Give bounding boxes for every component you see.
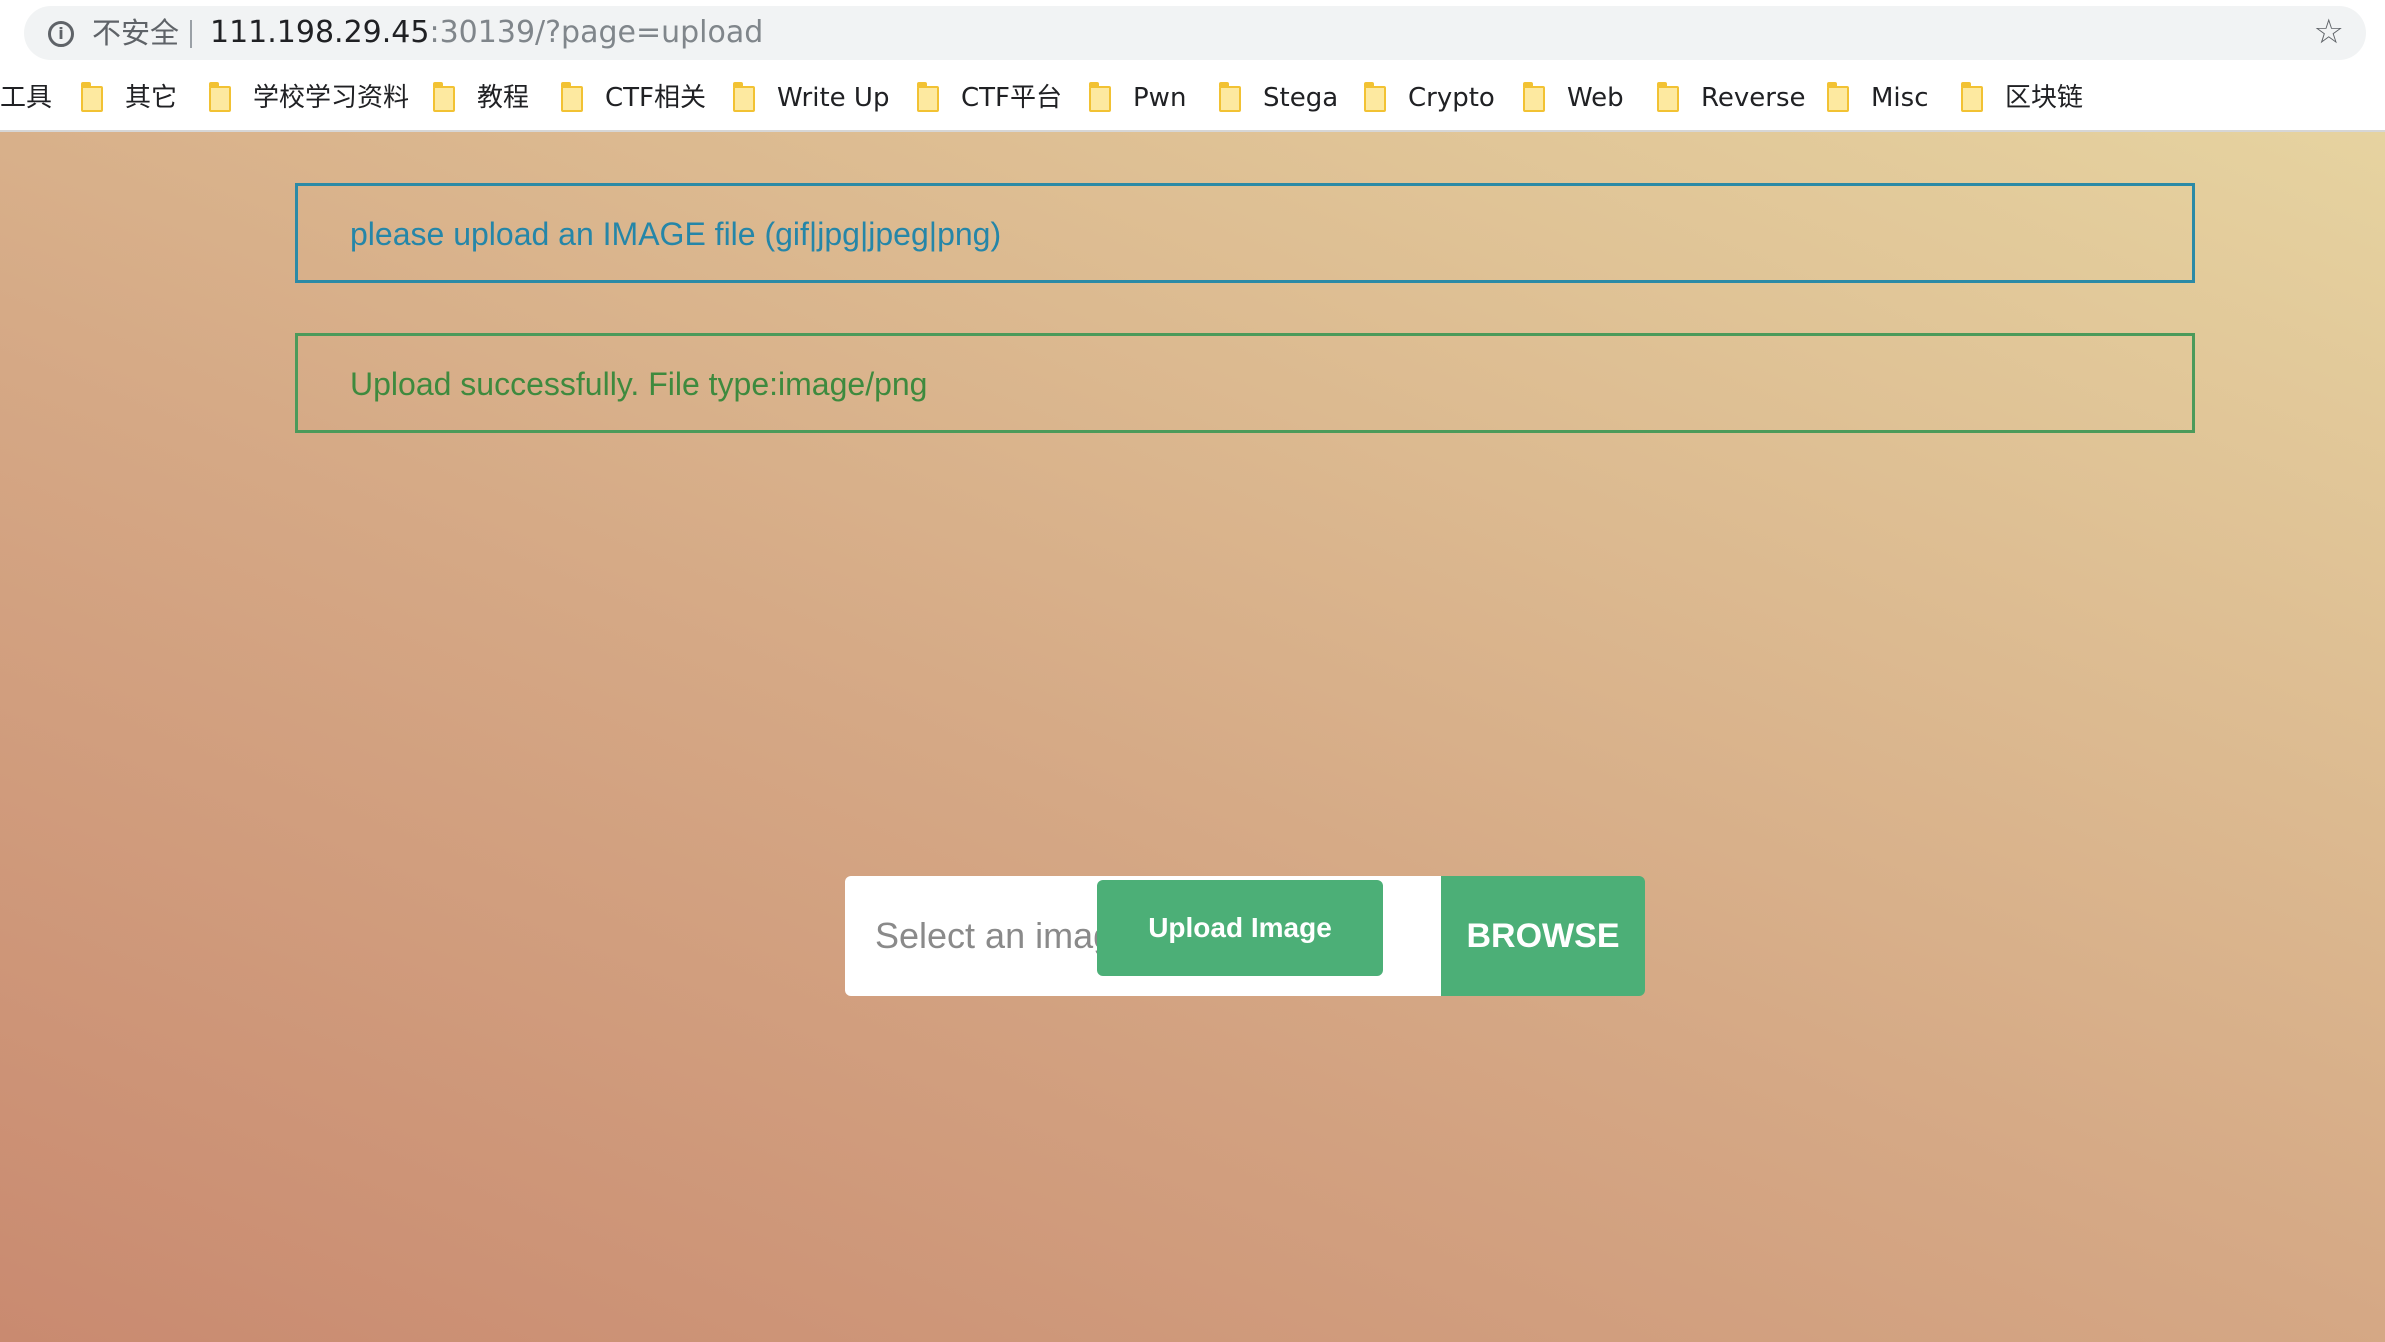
page-content: please upload an IMAGE file (gif|jpg|jpe… — [0, 132, 2385, 1342]
folder-icon — [433, 82, 455, 112]
browser-chrome: i 不安全 111.198.29.45:30139/?page=upload ☆… — [0, 0, 2385, 132]
bookmark-label: Stega — [1263, 83, 1339, 113]
folder-icon — [1523, 82, 1545, 112]
info-alert: please upload an IMAGE file (gif|jpg|jpe… — [295, 183, 2195, 283]
folder-icon — [209, 82, 231, 112]
bookmark-label: CTF相关 — [605, 83, 706, 113]
info-icon[interactable]: i — [48, 21, 74, 47]
url-host: 111.198.29.45 — [210, 15, 430, 50]
upload-image-button[interactable]: Upload Image — [1097, 880, 1383, 976]
folder-icon — [1961, 82, 1983, 112]
folder-icon — [733, 82, 755, 112]
bookmark-label: CTF平台 — [961, 83, 1062, 113]
bookmark-label: 区块链 — [2005, 83, 2084, 113]
bookmark-label: Pwn — [1133, 83, 1187, 113]
bookmark-label: 教程 — [477, 83, 530, 113]
folder-icon — [1827, 82, 1849, 112]
url-path: :30139/?page=upload — [429, 15, 764, 50]
bookmarks-bar: 工具 其它 学校学习资料 教程 CTF相关 Write Up CTF平台 Pwn… — [0, 70, 2385, 124]
bookmark-label: 其它 — [125, 83, 178, 113]
folder-icon — [1089, 82, 1111, 112]
address-bar[interactable]: i 不安全 111.198.29.45:30139/?page=upload ☆ — [24, 6, 2366, 60]
success-alert: Upload successfully. File type:image/png — [295, 333, 2195, 433]
bookmark-label: 工具 — [0, 83, 53, 113]
folder-icon — [1657, 82, 1679, 112]
bookmark-label: Misc — [1871, 83, 1929, 113]
bookmark-label: Write Up — [777, 83, 890, 113]
folder-icon — [81, 82, 103, 112]
bookmark-label: Crypto — [1408, 83, 1495, 113]
bookmark-star-icon[interactable]: ☆ — [2314, 14, 2344, 50]
folder-icon — [1219, 82, 1241, 112]
folder-icon — [561, 82, 583, 112]
address-separator — [190, 20, 192, 48]
bookmark-label: Web — [1567, 83, 1624, 113]
url-text[interactable]: 111.198.29.45:30139/?page=upload — [210, 14, 763, 52]
browse-button[interactable]: BROWSE — [1441, 876, 1645, 996]
security-label[interactable]: 不安全 — [92, 16, 179, 50]
folder-icon — [917, 82, 939, 112]
folder-icon — [1364, 82, 1386, 112]
bookmark-label: Reverse — [1701, 83, 1806, 113]
bookmark-label: 学校学习资料 — [253, 83, 410, 113]
